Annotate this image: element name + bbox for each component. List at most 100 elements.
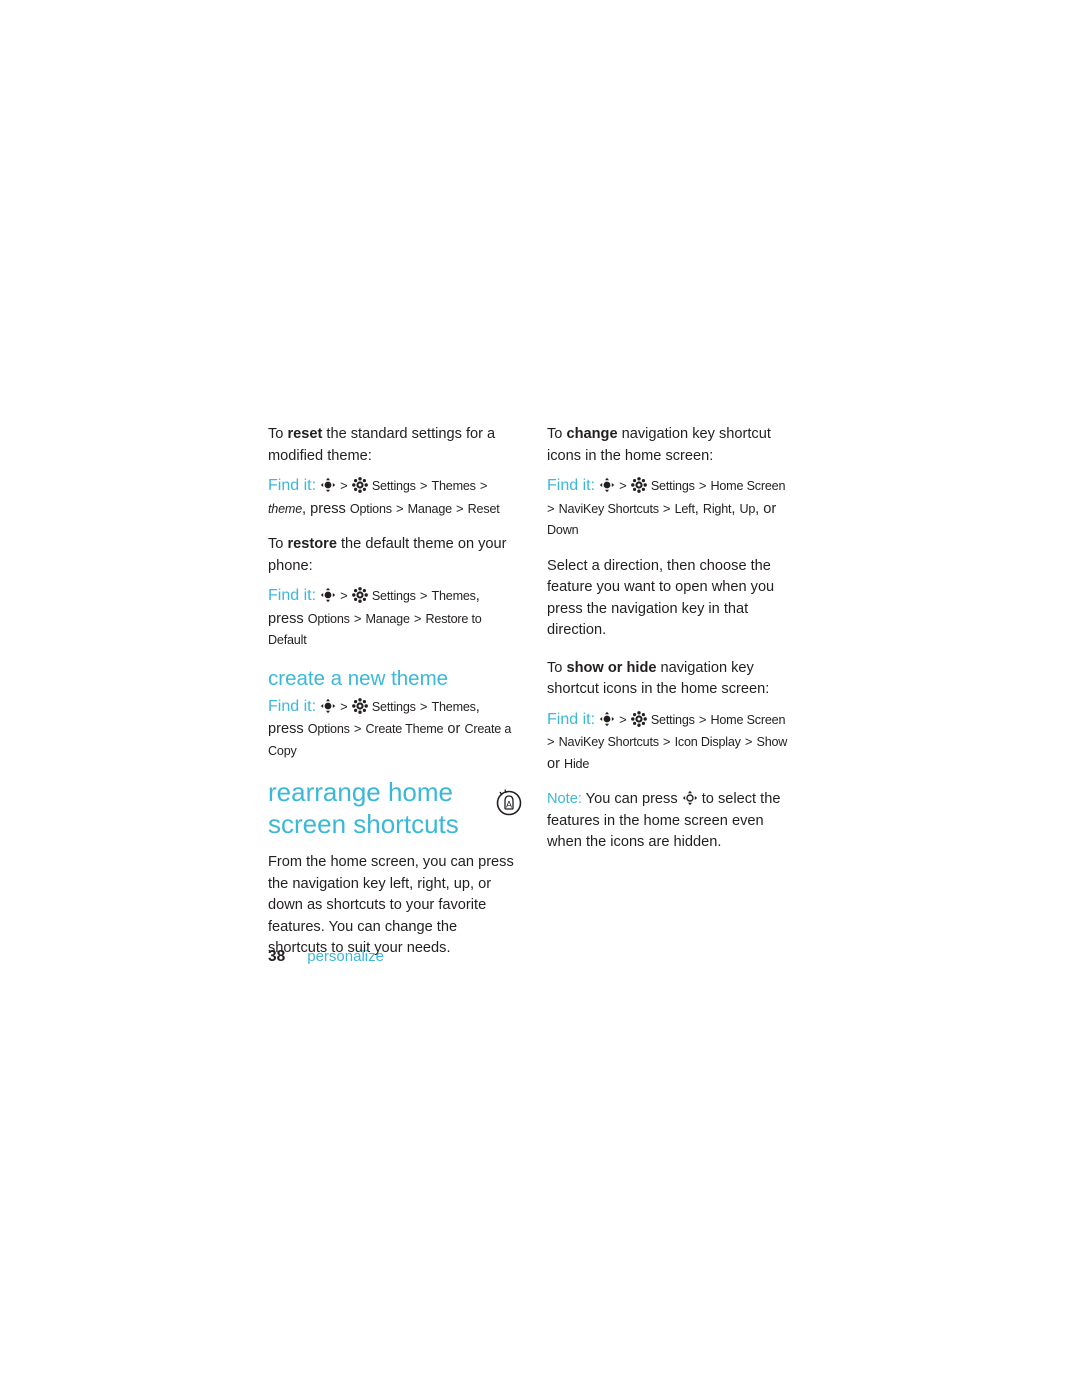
findit-label: Find it: — [547, 477, 596, 494]
menu-options: Options — [307, 611, 350, 626]
separator: > — [744, 734, 753, 749]
comma: , — [475, 588, 480, 604]
findit-label: Find it: — [268, 587, 317, 604]
separator: > — [340, 698, 348, 714]
separator: > — [547, 500, 555, 516]
menu-down: Down — [547, 523, 579, 537]
settings-gear-icon — [351, 697, 368, 714]
menu-settings: Settings — [371, 699, 416, 714]
navigation-key-icon — [599, 477, 615, 493]
menu-navikey-shortcuts: NaviKey Shortcuts — [558, 735, 659, 749]
findit-label: Find it: — [547, 710, 596, 728]
text-bold: restore — [287, 536, 337, 552]
text-fragment: press — [310, 500, 350, 517]
menu-settings: Settings — [650, 712, 695, 727]
menu-home-screen: Home Screen — [710, 479, 786, 493]
separator: > — [619, 478, 627, 493]
separator: > — [340, 478, 348, 493]
navigation-key-icon — [682, 790, 698, 806]
text-fragment: To — [268, 426, 288, 442]
menu-manage: Manage — [407, 501, 453, 516]
findit-label: Find it: — [268, 477, 317, 494]
section-name: personalize — [307, 948, 384, 965]
settings-gear-icon — [351, 587, 368, 603]
findit-create-theme: Find it: > Settings > Themes, press Opti… — [268, 696, 518, 763]
separator: > — [419, 588, 428, 603]
comma: , — [755, 500, 760, 517]
paragraph-note: Note: You can press to select the featur… — [547, 789, 797, 854]
paragraph-select-direction: Select a direction, then choose the feat… — [547, 557, 775, 639]
page-number: 38 — [268, 948, 286, 965]
navigation-key-icon — [599, 711, 615, 727]
or-word: or — [763, 500, 777, 517]
separator: > — [698, 711, 707, 727]
text-bold: show or hide — [566, 659, 657, 676]
separator: > — [662, 500, 671, 516]
text-fragment: To — [547, 426, 567, 442]
text-fragment: You can press — [581, 791, 682, 807]
paragraph-restore: To restore the default theme on your pho… — [268, 534, 518, 577]
menu-themes: Themes — [431, 479, 476, 493]
findit-reset-theme: Find it: > Settings > Themes > theme, pr… — [268, 475, 518, 520]
settings-gear-icon — [630, 710, 647, 727]
comma: , — [302, 500, 307, 517]
separator: > — [619, 711, 627, 727]
menu-theme-variable: theme — [268, 501, 303, 516]
findit-restore-default: Find it: > Settings > Themes, press Opti… — [268, 585, 518, 652]
navigation-key-icon — [320, 477, 336, 493]
navigation-key-icon — [320, 698, 336, 714]
paragraph-reset: To reset the standard settings for a mod… — [268, 424, 518, 467]
findit-change-navikey-shortcuts: Find it: > Settings > Home Screen > Navi… — [547, 475, 797, 542]
separator: > — [353, 721, 362, 736]
separator: > — [419, 698, 428, 714]
separator: > — [419, 478, 428, 493]
phone-key-icon: A — [494, 787, 522, 816]
menu-home-screen: Home Screen — [710, 712, 786, 727]
text-bold: reset — [287, 426, 323, 442]
menu-right: Right — [702, 501, 732, 516]
menu-reset: Reset — [467, 501, 500, 516]
manual-page: To reset the standard settings for a mod… — [0, 0, 1080, 1397]
svg-text:A: A — [506, 800, 512, 810]
left-column: To reset the standard settings for a mod… — [268, 424, 518, 976]
separator: > — [340, 588, 348, 603]
findit-label: Find it: — [268, 697, 317, 715]
menu-options: Options — [307, 722, 350, 736]
heading-rearrange-home-screen-shortcuts: rearrange home screen shortcuts — [268, 777, 459, 839]
or-word: or — [447, 721, 461, 737]
text-bold: change — [566, 426, 618, 442]
paragraph-home-screen-shortcuts: From the home screen, you can press the … — [268, 854, 514, 956]
settings-gear-icon — [630, 477, 647, 493]
menu-options: Options — [349, 501, 392, 516]
menu-settings: Settings — [650, 479, 695, 493]
text-fragment: press — [268, 610, 304, 627]
menu-create-theme: Create Theme — [365, 722, 444, 736]
separator: > — [413, 610, 422, 626]
text-fragment: To — [547, 659, 567, 676]
separator: > — [698, 478, 707, 493]
separator: > — [547, 734, 555, 749]
menu-settings: Settings — [371, 479, 416, 493]
menu-navikey-shortcuts: NaviKey Shortcuts — [558, 501, 659, 516]
menu-settings: Settings — [371, 589, 416, 603]
separator: > — [395, 500, 404, 516]
menu-themes: Themes — [431, 699, 476, 714]
comma: , — [731, 500, 736, 517]
menu-up: Up — [739, 501, 756, 516]
findit-icon-display: Find it: > Settings > Home Screen > Navi… — [547, 709, 797, 776]
right-column: To change navigation key shortcut icons … — [547, 424, 797, 870]
separator: > — [662, 734, 671, 749]
text-fragment: press — [268, 721, 304, 737]
text-fragment: To — [268, 536, 288, 552]
separator: > — [456, 500, 464, 516]
heading-create-a-new-theme: create a new theme — [268, 666, 449, 690]
or-word: or — [547, 755, 560, 772]
settings-gear-icon — [351, 477, 368, 493]
separator: > — [479, 478, 488, 493]
paragraph-show-or-hide: To show or hide navigation key shortcut … — [547, 658, 797, 701]
page-footer: 38 personalize — [268, 948, 384, 966]
menu-manage: Manage — [365, 611, 410, 626]
menu-show: Show — [756, 735, 788, 749]
menu-themes: Themes — [431, 589, 476, 603]
separator: > — [353, 610, 362, 626]
